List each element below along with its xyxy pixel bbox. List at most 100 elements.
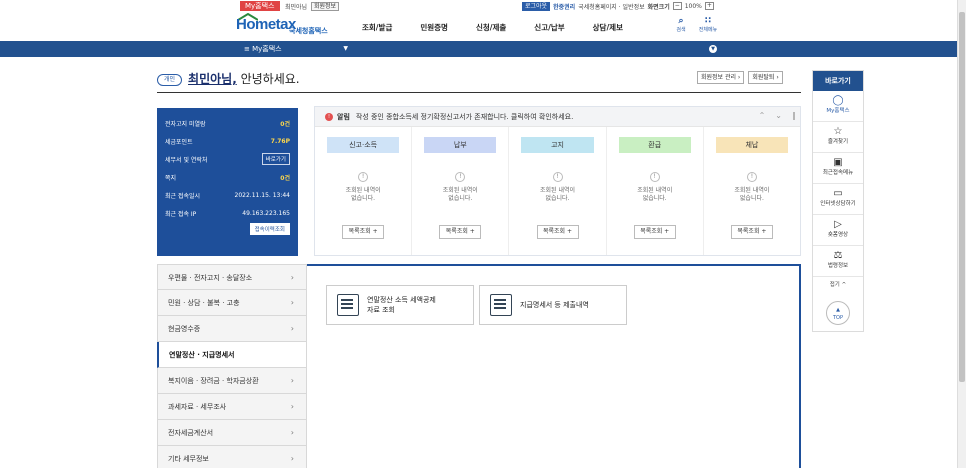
play-icon: ▷ (834, 219, 842, 230)
status-column: 납부 ! 조회된 내역이 없습니다. 목록조회 + (412, 127, 510, 255)
menu-item[interactable]: 우편물 · 전자고지 · 송달장소 › (157, 264, 307, 290)
info-value: 49.163.223.165 (242, 209, 290, 217)
info-label: 최근 접속일시 (165, 192, 201, 200)
simplified-link[interactable]: 한중권리 (553, 2, 575, 11)
search-label: 검색 (676, 27, 686, 33)
expand-icon[interactable]: ▼ (709, 45, 717, 53)
menu-item[interactable]: 복지이음 · 장려금 · 학자금상환 › (157, 368, 307, 394)
nav-item[interactable]: 조회/발급 (362, 22, 392, 33)
withdraw-button[interactable]: 회원탈퇴 › (748, 71, 783, 84)
person-icon: ◯ (832, 95, 844, 106)
nav-item[interactable]: 신고/납부 (534, 22, 564, 33)
menu-item[interactable]: 기타 세무정보 › (157, 446, 307, 468)
divider (157, 92, 801, 93)
document-list-icon (490, 294, 512, 316)
left-menu: 우편물 · 전자고지 · 송달장소 › 민원 · 상담 · 불복 · 고충 › 현금… (157, 264, 307, 468)
scroll-thumb[interactable] (959, 12, 965, 382)
zoom-in-button[interactable]: + (704, 2, 714, 10)
logo-text: Hometax (236, 16, 296, 33)
nav-item[interactable]: 상담/제보 (593, 22, 623, 33)
my-hometax-dropdown[interactable]: ≡ My홈택스 ▼ (234, 41, 354, 57)
quick-link-recent[interactable]: ▣ 최근접속메뉴 (813, 153, 863, 184)
logout-button[interactable]: 로그아웃 (522, 1, 551, 11)
chevron-right-icon: › (290, 376, 294, 385)
status-column: 환급 ! 조회된 내역이 없습니다. 목록조회 + (607, 127, 704, 255)
access-history-button[interactable]: 접속이력조회 (249, 223, 290, 235)
zoom-out-button[interactable]: − (672, 2, 682, 10)
chevron-right-icon: › (290, 298, 294, 307)
chevron-up-icon[interactable]: ⌃ (759, 111, 766, 120)
quick-link-consult[interactable]: ▭ 인터넷상담하기 (813, 184, 863, 215)
card-text: 연말정산 소득 세액공제 자료 조회 (367, 295, 436, 315)
info-row: 최근 접속일시 2022.11.15. 13:44 (165, 186, 290, 204)
site-links[interactable]: 국세청홈페이지 · 일반정보 (578, 2, 644, 11)
menu-item[interactable]: 과세자료 · 세무조사 › (157, 394, 307, 420)
quick-link-my-hometax[interactable]: ◯ My홈택스 (813, 91, 863, 122)
list-view-button[interactable]: 목록조회 + (633, 225, 676, 239)
alert-text[interactable]: 작성 중인 종합소득세 정기확정신고서가 존재합니다. 클릭하여 확인하세요. (356, 112, 573, 122)
list-view-button[interactable]: 목록조회 + (730, 225, 773, 239)
arrow-up-icon: ▲ (836, 307, 840, 313)
info-icon: ! (746, 172, 757, 182)
history-wrap: 접속이력조회 (165, 223, 290, 235)
column-header[interactable]: 신고·소득 (327, 137, 400, 153)
info-label: 전자고지 미열람 (165, 120, 206, 128)
list-view-button[interactable]: 목록조회 + (536, 225, 579, 239)
quick-link-label: 즐겨찾기 (827, 139, 849, 145)
deduction-inquiry-card[interactable]: 연말정산 소득 세액공제 자료 조회 (326, 285, 474, 325)
fold-button[interactable]: 접기 ^ (813, 277, 863, 288)
manage-member-button[interactable]: 회원정보 관리 › (697, 71, 745, 84)
nav-item[interactable]: 신청/제출 (476, 22, 506, 33)
nav-item[interactable]: 민원증명 (420, 22, 448, 33)
column-header[interactable]: 체납 (715, 137, 789, 153)
pause-icon[interactable]: ‖ (792, 111, 796, 120)
menu-item[interactable]: 현금영수증 › (157, 316, 307, 342)
card-line: 지급명세서 등 제출내역 (520, 301, 589, 309)
card-line: 연말정산 소득 세액공제 (367, 296, 436, 304)
document-search-icon (337, 294, 359, 316)
column-header[interactable]: 환급 (618, 137, 691, 153)
quick-link-label: 숏폼영상 (827, 232, 849, 238)
quick-link-favorites[interactable]: ☆ 즐겨찾기 (813, 122, 863, 153)
scroll-top-button[interactable]: ▲ TOP (826, 301, 850, 325)
submission-history-card[interactable]: 지급명세서 등 제출내역 (479, 285, 627, 325)
info-row: 쪽지 0건 (165, 168, 290, 186)
menu-item-label: 전자세금계산서 (168, 429, 214, 437)
info-value[interactable]: 0건 (280, 173, 290, 182)
empty-text: 조회된 내역이 없습니다. (637, 187, 673, 202)
status-column: 신고·소득 ! 조회된 내역이 없습니다. 목록조회 + (315, 127, 413, 255)
info-row: 세금포인트 7.76P (165, 132, 290, 150)
search-button[interactable]: ⌕ 검색 (669, 16, 693, 33)
menu-item[interactable]: 민원 · 상담 · 불복 · 고충 › (157, 290, 307, 316)
all-menu-label: 전체메뉴 (698, 27, 718, 33)
page-scrollbar[interactable] (957, 0, 966, 468)
list-view-button[interactable]: 목록조회 + (342, 225, 385, 239)
chevron-right-icon: › (290, 428, 294, 437)
quick-link-shortform[interactable]: ▷ 숏폼영상 (813, 215, 863, 246)
chevron-down-icon[interactable]: ⌄ (775, 111, 782, 120)
hometax-logo[interactable]: Hometax 국세청홈택스 (236, 13, 336, 37)
alert-bar[interactable]: ! 알림 작성 중인 종합소득세 정기확정신고서가 존재합니다. 클릭하여 확인… (315, 107, 800, 127)
greeting-name: 최민아님, (188, 72, 237, 86)
menu-item-active[interactable]: 연말정산 · 지급명세서 (157, 342, 307, 368)
column-header[interactable]: 고지 (521, 137, 594, 153)
column-header[interactable]: 납부 (424, 137, 497, 153)
gavel-icon: ⚖ (833, 250, 843, 261)
utility-links: 로그아웃 한중권리 국세청홈페이지 · 일반정보 화면크기 − 100% + (522, 1, 714, 11)
card-line: 자료 조회 (367, 306, 395, 314)
zoom-label: 화면크기 (647, 3, 670, 11)
info-label: 최근 접속 IP (165, 210, 197, 218)
empty-text: 조회된 내역이 없습니다. (539, 187, 576, 202)
go-button[interactable]: 바로가기 (261, 153, 290, 165)
quick-link-law[interactable]: ⚖ 법령정보 (813, 246, 863, 277)
list-view-button[interactable]: 목록조회 + (439, 225, 482, 239)
info-value[interactable]: 7.76P (271, 138, 290, 145)
menu-item[interactable]: 전자세금계산서 › (157, 420, 307, 446)
mytax-badge[interactable]: My홈택스 (240, 1, 280, 11)
member-info-button[interactable]: 회원정보 (311, 2, 340, 11)
all-menu-button[interactable]: ∷ 전체메뉴 (696, 16, 720, 33)
status-columns: 신고·소득 ! 조회된 내역이 없습니다. 목록조회 + 납부 ! 조회된 내역… (315, 127, 800, 255)
card-text: 지급명세서 등 제출내역 (520, 300, 589, 310)
info-value[interactable]: 0건 (280, 119, 290, 128)
chevron-right-icon: › (290, 324, 294, 333)
